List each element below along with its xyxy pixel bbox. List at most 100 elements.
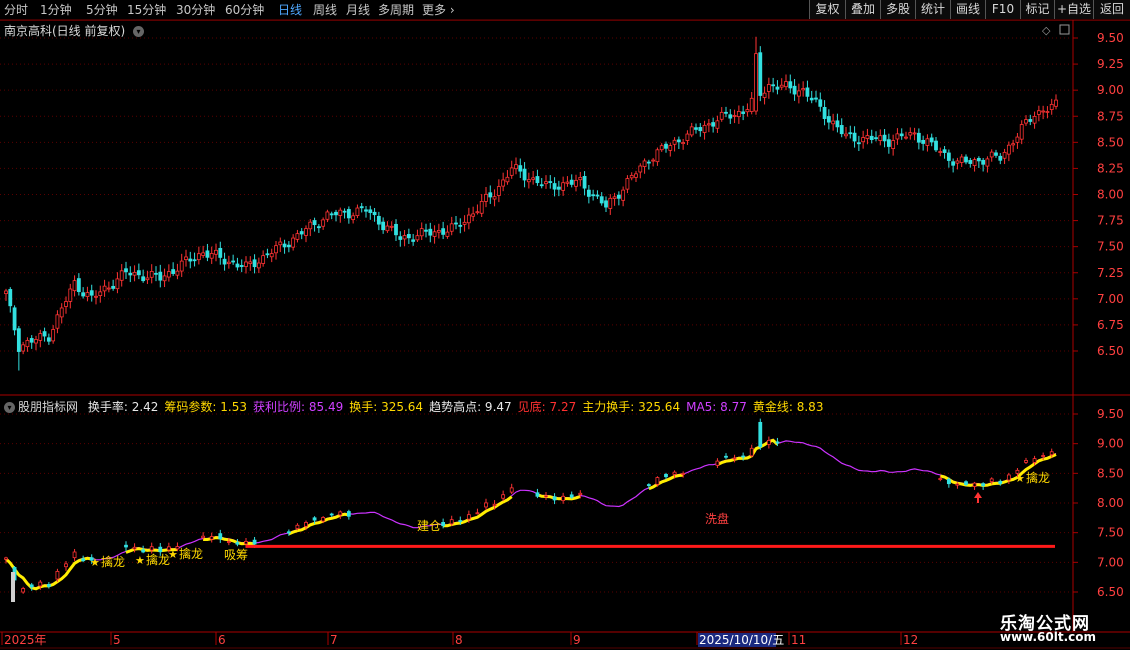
candle-body (1054, 99, 1058, 107)
candle-body (419, 228, 424, 237)
candle-body (94, 295, 98, 298)
candle-body (758, 52, 763, 96)
sub-candle-body (741, 455, 746, 458)
candle-body (16, 328, 21, 352)
sub-candle-body (1041, 455, 1046, 457)
candle-body (852, 132, 857, 142)
candle-body (762, 92, 767, 98)
candle-body (998, 155, 1003, 161)
candle-body (436, 230, 441, 233)
candle-body (805, 87, 810, 97)
candle-body (205, 250, 210, 258)
sub-candle-body (561, 495, 566, 502)
candle-body (59, 307, 64, 318)
candle-body (81, 292, 86, 297)
candle-body (196, 253, 201, 261)
candle-body (454, 222, 458, 225)
candle-body (359, 206, 364, 209)
candle-body (376, 215, 381, 225)
candle-body (25, 340, 30, 348)
candle-body (698, 127, 703, 132)
candle-body (162, 275, 167, 282)
candle-body (355, 207, 360, 217)
diamond-icon: ◇ (1042, 24, 1051, 37)
candle-body (282, 243, 287, 248)
candle-body (466, 214, 471, 224)
candle-body (76, 278, 81, 293)
candle-body (929, 137, 934, 143)
sub-candle-body (715, 460, 720, 466)
candle-body (981, 159, 986, 165)
candle-body (942, 149, 947, 153)
candle-body (771, 84, 776, 87)
sub-candle-body (964, 481, 968, 485)
candle-body (599, 196, 604, 204)
candle-body (85, 292, 90, 297)
candle-body (578, 177, 583, 181)
signal-label: 擒龙 (101, 554, 125, 569)
candle-body (175, 270, 180, 276)
candle-body (72, 280, 77, 292)
candle-body (715, 120, 720, 129)
kline-chart[interactable]: 9.50 9.25 9.00 8.75 8.50 8.25 8.00 7.75 7.50 7.25… (0, 0, 1130, 650)
candle-body (509, 167, 514, 176)
star-icon: ★ (168, 548, 178, 561)
candle-body (158, 271, 163, 281)
chart-title: 南京高科(日线 前复权) ▾ (4, 22, 145, 39)
sub-candle-body (972, 482, 977, 487)
candle-body (235, 263, 240, 268)
date-tick-label: 2025年 (4, 633, 47, 647)
candle-body (1002, 151, 1007, 159)
candle-body (908, 132, 913, 136)
candle-body (968, 159, 973, 164)
candle-body (754, 53, 758, 112)
candle-body (612, 196, 617, 199)
chevron-down-icon[interactable]: ▾ (133, 26, 145, 37)
sub-candle-body (29, 584, 34, 588)
sub-candle-body (149, 546, 154, 551)
candle-body (338, 209, 343, 216)
candle-body (351, 215, 356, 220)
candle-body (209, 253, 214, 259)
candle-body (839, 125, 844, 135)
candle-body (55, 314, 60, 329)
candle-body (796, 90, 801, 97)
candle-body (171, 269, 176, 274)
sub-candle-body (1024, 460, 1028, 463)
sub-candle-body (46, 584, 51, 587)
candle-body (488, 192, 493, 198)
candle-body (959, 156, 964, 163)
sub-tick-label: 8.00 (1097, 496, 1124, 510)
chevron-down-icon[interactable]: ▾ (4, 402, 15, 413)
candle-body (565, 181, 570, 184)
candle-body (985, 158, 990, 167)
date-tick-label: 5 (113, 633, 121, 647)
candle-body (239, 265, 244, 267)
candle-body (406, 234, 411, 239)
sub-candle-body (244, 540, 248, 545)
sub-candle-body (201, 535, 206, 539)
sub-candle-body (295, 524, 300, 529)
candle-body (265, 253, 270, 256)
sub-candle-body (552, 496, 557, 501)
candle-body (878, 135, 883, 141)
candle-body (616, 194, 621, 199)
candle-body (1024, 119, 1028, 124)
candle-body (329, 213, 334, 216)
candle-body (231, 260, 236, 263)
candle-body (449, 223, 454, 232)
candle-body (976, 158, 981, 162)
candle-body (274, 245, 278, 254)
candle-body (166, 271, 171, 278)
candle-body (4, 290, 8, 295)
candle-body (604, 200, 608, 208)
sub-candle-body (141, 549, 146, 553)
candle-body (462, 221, 467, 225)
candle-body (724, 111, 728, 114)
candle-body (664, 143, 668, 149)
candle-body (779, 84, 784, 88)
candle-body (316, 226, 321, 229)
candle-body (368, 209, 373, 213)
candle-body (252, 259, 257, 268)
sub-candle-body (226, 541, 231, 543)
